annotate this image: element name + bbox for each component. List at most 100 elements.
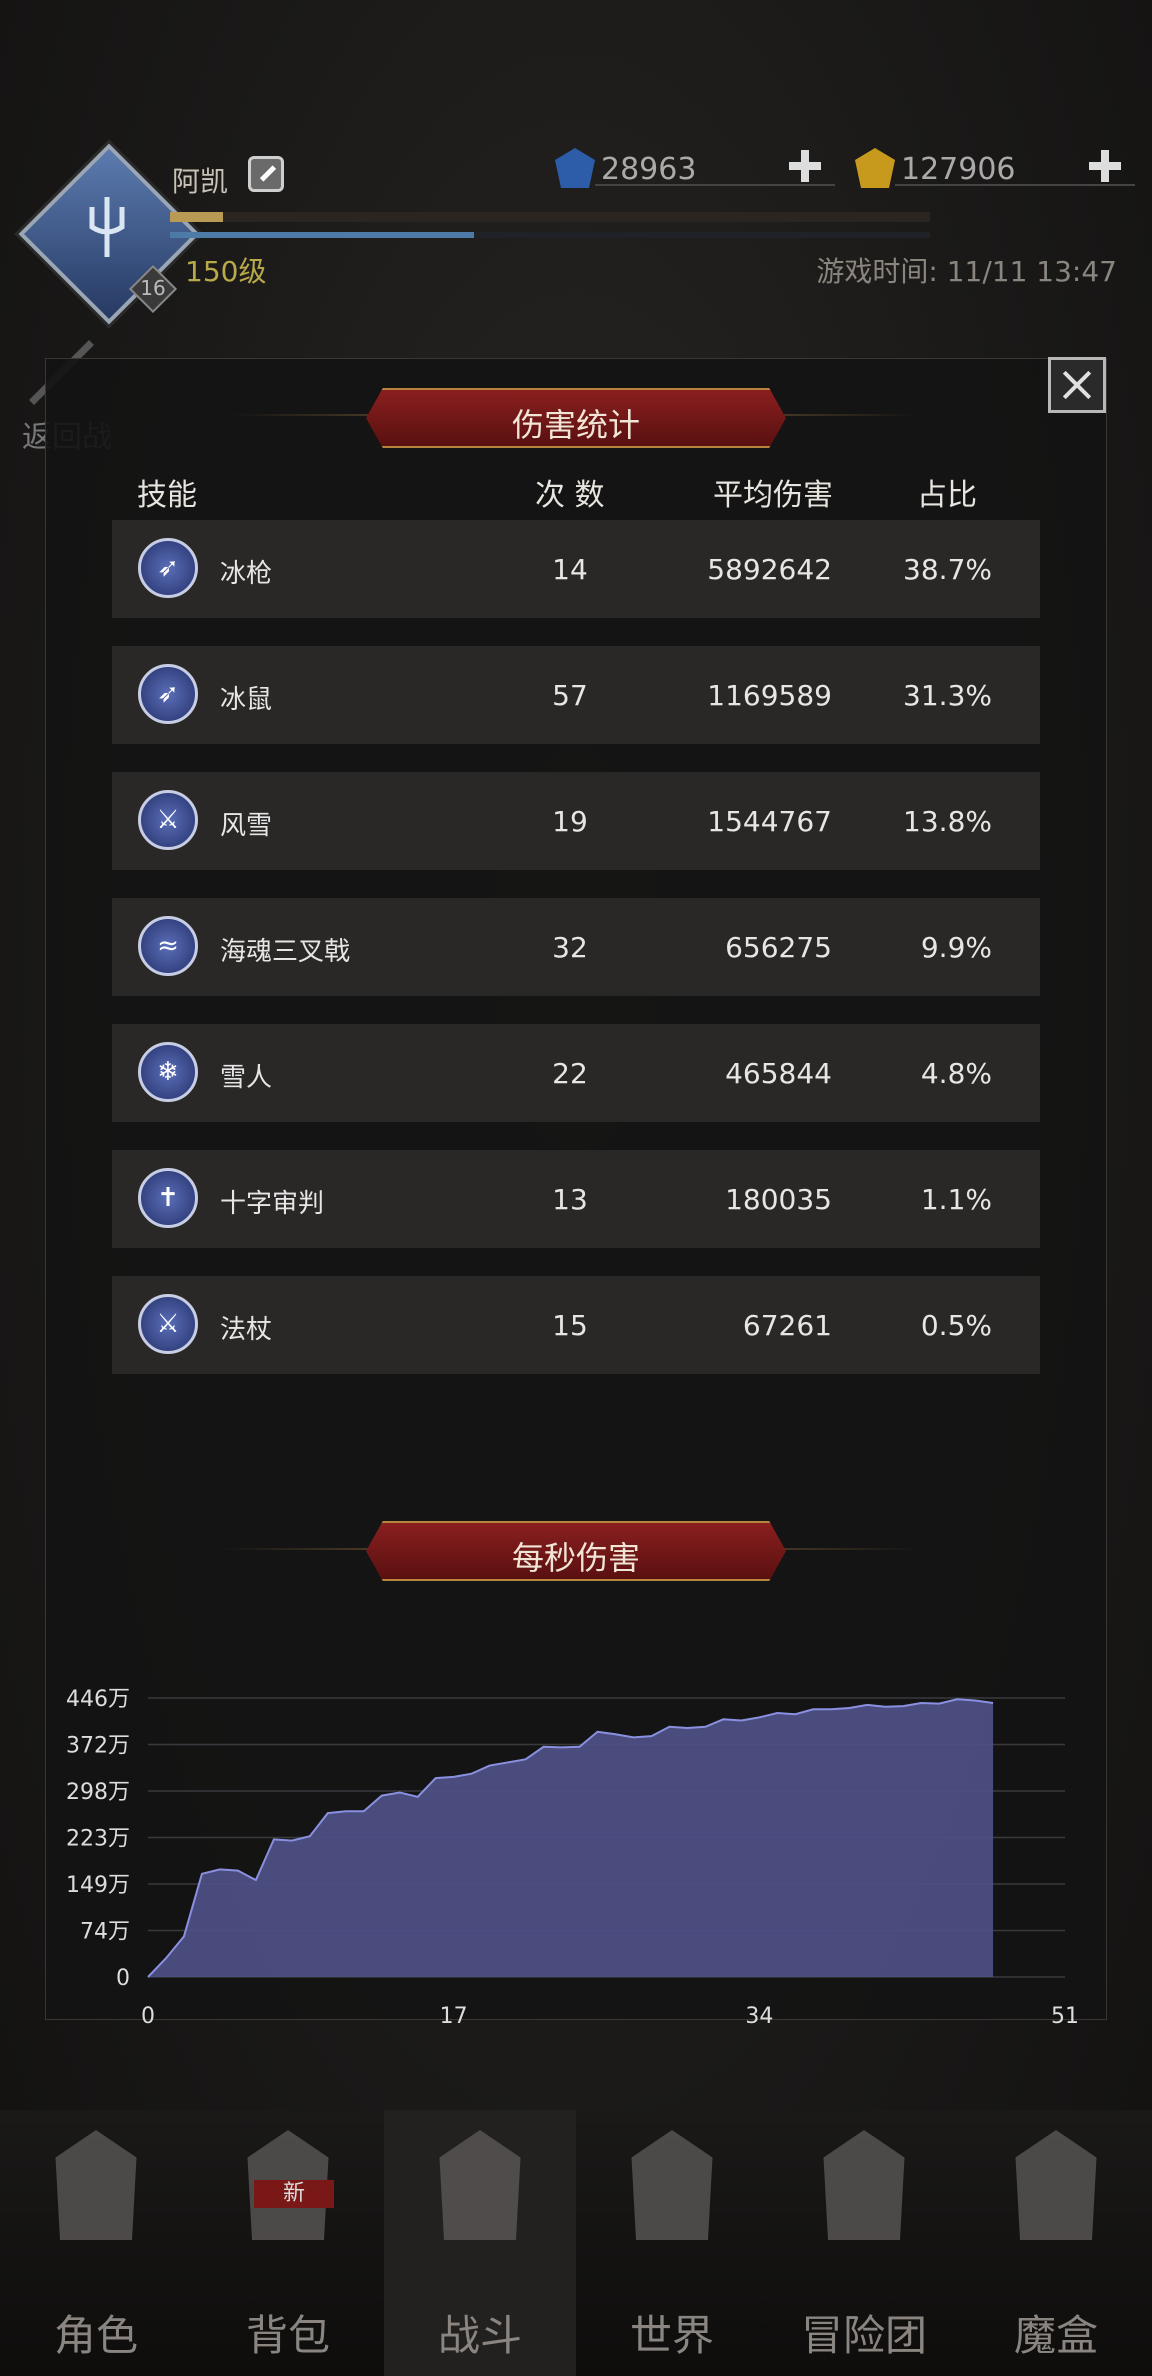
nav-item[interactable]: 世界 [576, 2110, 768, 2376]
blizzard-sword-icon: ⚔ [138, 790, 198, 850]
y-tick-label: 0 [116, 1966, 130, 1991]
ice-spear-icon: ➶ [138, 538, 198, 598]
gem-icon [555, 148, 595, 188]
skill-percent: 4.8% [920, 1057, 992, 1090]
gold-icon [855, 148, 895, 188]
table-row: ❄ 雪人 22 465844 4.8% [112, 1024, 1040, 1122]
exp-bar [170, 212, 930, 222]
skill-name: 风雪 [220, 811, 273, 841]
skill-name: 海魂三叉戟 [220, 937, 351, 967]
nav-label: 冒险团 [800, 2311, 927, 2360]
nav-item[interactable]: 魔盒 [960, 2110, 1152, 2376]
skill-count: 15 [552, 1309, 588, 1342]
dps-chart: 0 74万 149万 223万 298万 372万 446万 0 17 34 51 [66, 1687, 1079, 2029]
nav-label: 魔盒 [1013, 2311, 1098, 2360]
exp-bar-fill [170, 212, 224, 222]
dps-banner: 每秒伤害 [366, 1521, 786, 1581]
skill-percent: 38.7% [903, 553, 992, 586]
castle-icon [823, 2130, 905, 2240]
nav-label: 背包 [245, 2311, 330, 2360]
column-skill: 技能 [137, 478, 197, 513]
table-row: ✝ 十字审判 13 180035 1.1% [112, 1150, 1040, 1248]
skill-percent: 13.8% [903, 805, 992, 838]
x-tick-label: 34 [745, 2004, 773, 2029]
skill-count: 19 [552, 805, 588, 838]
nav-label: 世界 [629, 2311, 714, 2360]
x-tick-label: 0 [141, 2004, 155, 2029]
y-tick-label: 298万 [66, 1780, 130, 1805]
skill-avg-damage: 656275 [725, 931, 832, 964]
damage-stats-title: 伤害统计 [511, 406, 640, 444]
player-level: 150级 [185, 255, 267, 288]
nav-item[interactable]: 冒险团 [768, 2110, 960, 2376]
skill-avg-damage: 1169589 [707, 679, 832, 712]
skill-percent: 31.3% [903, 679, 992, 712]
nav-item[interactable]: 新背包 [192, 2110, 384, 2376]
column-count: 次 数 [535, 478, 605, 513]
skill-name: 雪人 [220, 1063, 273, 1093]
add-gold-icon[interactable] [1087, 148, 1123, 184]
skill-percent: 1.1% [920, 1183, 992, 1216]
skill-name: 冰枪 [220, 559, 273, 589]
nav-item[interactable]: 角色 [0, 2110, 192, 2376]
player-name: 阿凯 [172, 165, 229, 198]
secondary-bar [170, 232, 930, 238]
cross-banner-icon: ✝ [138, 1168, 198, 1228]
gold-counter: 127906 [855, 148, 1145, 188]
y-tick-label: 223万 [66, 1827, 130, 1852]
close-icon[interactable] [1048, 357, 1106, 413]
dps-title: 每秒伤害 [511, 1539, 640, 1577]
skill-avg-damage: 465844 [725, 1057, 832, 1090]
edit-name-icon[interactable] [248, 156, 284, 192]
gems-counter: 28963 [555, 148, 845, 188]
skill-avg-damage: 5892642 [707, 553, 832, 586]
gold-underline [895, 184, 1135, 186]
helmet-icon [55, 2130, 137, 2240]
skill-count: 57 [552, 679, 588, 712]
new-badge: 新 [254, 2180, 334, 2208]
skill-name: 冰鼠 [220, 685, 273, 715]
nav-label: 战斗 [437, 2311, 522, 2360]
x-tick-label: 17 [440, 2004, 468, 2029]
column-percent: 占比 [917, 478, 977, 513]
table-row: ⚔ 风雪 19 1544767 13.8% [112, 772, 1040, 870]
skill-count: 13 [552, 1183, 588, 1216]
gems-value: 28963 [601, 152, 697, 187]
skill-count: 22 [552, 1057, 588, 1090]
table-row: ➶ 冰枪 14 5892642 38.7% [112, 520, 1040, 618]
skill-name: 法杖 [220, 1315, 273, 1345]
bottom-nav: 角色新背包 战斗 世界 冒险团 魔盒 [0, 2110, 1152, 2376]
y-tick-label: 372万 [66, 1734, 130, 1759]
y-tick-label: 149万 [66, 1873, 130, 1898]
trident-emblem-icon [89, 197, 125, 257]
skill-count: 14 [552, 553, 588, 586]
add-gems-icon[interactable] [787, 148, 823, 184]
x-tick-label: 51 [1051, 2004, 1079, 2029]
nav-label: 角色 [53, 2311, 138, 2360]
level-badge-number: 16 [140, 276, 166, 300]
skill-percent: 0.5% [920, 1309, 992, 1342]
skill-avg-damage: 67261 [742, 1309, 832, 1342]
staff-sword-icon: ⚔ [138, 1294, 198, 1354]
y-tick-label: 446万 [66, 1687, 130, 1712]
ice-rat-icon: ➶ [138, 664, 198, 724]
skill-name: 十字审判 [220, 1189, 325, 1219]
shield-sword-icon [439, 2130, 521, 2240]
column-avg-damage: 平均伤害 [713, 478, 833, 513]
gold-value: 127906 [901, 152, 1016, 187]
skill-percent: 9.9% [920, 931, 992, 964]
gems-underline [595, 184, 835, 186]
map-icon [631, 2130, 713, 2240]
nav-item[interactable]: 战斗 [384, 2110, 576, 2376]
player-header: 16 阿凯 150级 28963 127906 游戏时间: 11/11 13:4… [0, 0, 1152, 330]
table-row: ➶ 冰鼠 57 1169589 31.3% [112, 646, 1040, 744]
table-row: ≈ 海魂三叉戟 32 656275 9.9% [112, 898, 1040, 996]
skill-avg-damage: 180035 [725, 1183, 832, 1216]
y-tick-label: 74万 [80, 1920, 130, 1945]
cube-icon [1015, 2130, 1097, 2240]
sea-wave-icon: ≈ [138, 916, 198, 976]
damage-stats-banner: 伤害统计 [366, 388, 786, 448]
table-row: ⚔ 法杖 15 67261 0.5% [112, 1276, 1040, 1374]
game-time: 游戏时间: 11/11 13:47 [816, 255, 1117, 288]
skill-count: 32 [552, 931, 588, 964]
